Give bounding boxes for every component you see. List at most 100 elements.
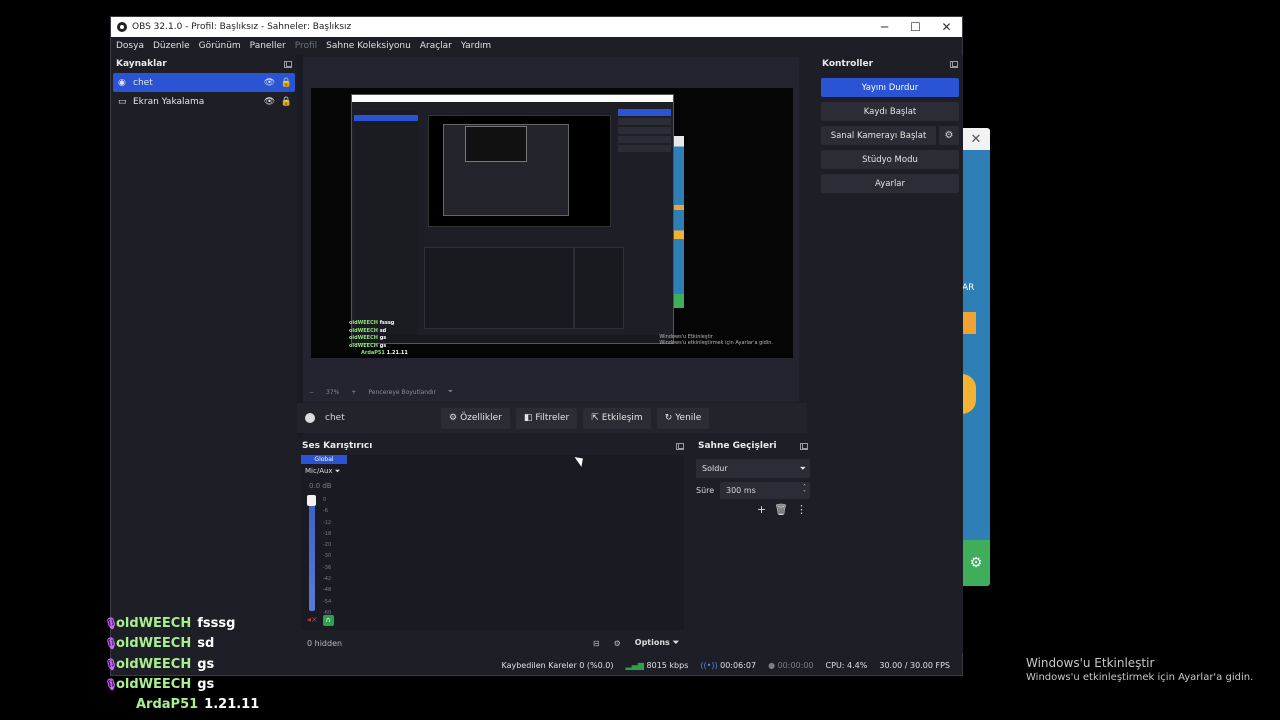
mixer-header: Ses Karıştırıcı	[297, 437, 689, 455]
menu-docks[interactable]: Paneller	[250, 41, 286, 51]
start-virtualcam-button[interactable]: Sanal Kamerayı Başlat	[821, 126, 936, 145]
zoom-level: 37%	[326, 388, 340, 396]
duration-spinbox[interactable]: 300 ms ˄ ˅	[720, 482, 810, 499]
lock-icon[interactable]: 🔒	[278, 78, 295, 88]
nested-mixer	[424, 247, 574, 329]
mini-chat-name: oldWEECH	[349, 327, 378, 334]
background-close-icon[interactable]: ✕	[962, 128, 990, 150]
scale-tick: -6	[323, 508, 328, 515]
add-icon[interactable]: +	[757, 503, 766, 516]
mini-chat-msg: gs	[379, 335, 387, 341]
watermark-title: Windows'u Etkinleştir	[1026, 656, 1155, 670]
selected-source: chet	[305, 413, 441, 423]
background-settings-gear-icon[interactable]: ⚙	[962, 540, 990, 586]
gear-icon[interactable]: ⚙	[939, 126, 959, 145]
speaker-mute-icon[interactable]: ◂×	[307, 615, 318, 626]
chat-username: oldWEECH	[116, 676, 192, 692]
eye-icon[interactable]: 👁	[261, 97, 278, 107]
window-title: OBS 32.1.0 - Profil: Başlıksız - Sahnele…	[132, 22, 352, 32]
source-item-ekran-yakalama[interactable]: ▭ Ekran Yakalama 👁 🔒	[113, 92, 295, 111]
source-item-chet[interactable]: ◉ chet 👁 🔒	[113, 73, 295, 92]
volume-fader[interactable]	[307, 495, 316, 611]
menu-file[interactable]: Dosya	[116, 41, 144, 51]
meter-scale: 0 -6 -12 -18 -20 -30 -36 -42 -48 -54 -60	[323, 495, 331, 619]
studio-mode-button[interactable]: Stüdyo Modu	[821, 150, 959, 169]
windows-activation-watermark: Windows'u Etkinleştir Windows'u etkinleş…	[1026, 656, 1253, 683]
layout-icon[interactable]: ⊟	[593, 639, 600, 648]
context-toolbar: chet ⚙ Özellikler ◧ Filtreler ⇱ Etkileşi…	[297, 403, 807, 433]
options-button[interactable]: Options ⏷	[635, 638, 679, 648]
virtualcam-row: Sanal Kamerayı Başlat ⚙	[821, 126, 959, 145]
audio-mixer-dock: Ses Karıştırıcı Global Mic/Aux ⏷ 0.0 dB …	[297, 437, 689, 653]
mini-chat-msg: gs	[379, 342, 387, 349]
bitrate: 8015 kbps	[646, 660, 689, 670]
channel-device-select[interactable]: Mic/Aux ⏷	[305, 467, 347, 476]
settings-button[interactable]: Ayarlar	[821, 174, 959, 193]
duration-label: Süre	[696, 486, 715, 495]
zoom-out-icon[interactable]: −	[309, 389, 314, 396]
stop-stream-button[interactable]: Yayını Durdur	[821, 78, 959, 97]
title-bar: OBS 32.1.0 - Profil: Başlıksız - Sahnele…	[111, 17, 962, 37]
preview-watermark: Windows'u Etkinleştir Windows'u etkinleş…	[659, 334, 773, 346]
close-button[interactable]: ✕	[931, 20, 962, 34]
undock-icon[interactable]	[800, 442, 808, 450]
zoom-in-icon[interactable]: +	[351, 389, 356, 396]
gear-icon[interactable]: ⚙	[614, 639, 621, 648]
lock-icon[interactable]: 🔒	[278, 97, 295, 107]
chat-message: 1.21.11	[204, 697, 260, 713]
preview-canvas[interactable]: oldWEECH fsssg oldWEECH sd oldWEECH gs o…	[311, 88, 793, 358]
refresh-button[interactable]: ↻ Yenile	[656, 407, 710, 429]
menu-help[interactable]: Yardım	[461, 41, 491, 51]
chat-username: oldWEECH	[116, 636, 192, 652]
chat-message: sd	[197, 636, 215, 652]
trash-icon[interactable]: 🗑	[774, 503, 788, 516]
spin-arrows-icon[interactable]: ˄ ˅	[803, 484, 806, 497]
start-recording-button[interactable]: Kaydı Başlat	[821, 102, 959, 121]
nested-transitions	[574, 247, 624, 329]
background-badge	[962, 374, 976, 414]
preview-area[interactable]: oldWEECH fsssg oldWEECH sd oldWEECH gs o…	[303, 57, 799, 402]
menu-tools[interactable]: Araçlar	[420, 41, 452, 51]
headphones-icon[interactable]: ∩	[322, 615, 334, 626]
mixer-footer: 0 hidden ⊟ ⚙ Options ⏷	[297, 633, 689, 653]
chat-message: gs	[197, 656, 215, 672]
mic-icon: ◉	[118, 77, 126, 88]
fps: 30.00 / 30.00 FPS	[879, 660, 950, 670]
transition-select[interactable]: Soldur ⏷	[696, 459, 810, 478]
maximize-button[interactable]: ☐	[900, 20, 931, 34]
filters-button[interactable]: ◧ Filtreler	[515, 407, 578, 429]
scale-tick: -48	[323, 587, 332, 594]
minimize-button[interactable]: ─	[869, 20, 900, 34]
mini-chat-msg: fsssg	[379, 320, 395, 326]
stream-timer: ((•)) 00:06:07	[700, 661, 756, 670]
obs-window: OBS 32.1.0 - Profil: Başlıksız - Sahnele…	[110, 16, 963, 676]
menu-bar: Dosya Düzenle Görünüm Paneller Profil Sa…	[111, 37, 962, 55]
refresh-icon: ↻	[664, 413, 673, 423]
record-time: 00:00:00	[777, 660, 814, 670]
nested-background-app	[674, 136, 684, 308]
chevron-down-icon[interactable]: ⏷	[448, 388, 453, 396]
undock-icon[interactable]	[676, 442, 684, 450]
zoom-mode[interactable]: Pencereye Boyutlandır	[368, 389, 436, 396]
menu-profile[interactable]: Profil	[295, 41, 317, 51]
scale-tick: -18	[323, 530, 332, 537]
menu-view[interactable]: Görünüm	[199, 41, 241, 51]
eye-icon[interactable]: 👁	[261, 78, 278, 88]
transition-selected: Soldur	[702, 464, 728, 473]
mic-icon: 🎙	[104, 657, 118, 671]
chevron-down-icon: ⏷	[334, 467, 341, 475]
nested-titlebar	[352, 95, 673, 102]
sources-title: Kaynaklar	[116, 59, 167, 69]
mic-icon: 🎙	[104, 617, 118, 630]
undock-icon[interactable]	[950, 60, 958, 68]
menu-scene-collection[interactable]: Sahne Koleksiyonu	[326, 41, 411, 51]
properties-button[interactable]: ⚙ Özellikler	[441, 407, 510, 429]
channel-device: Mic/Aux	[305, 467, 333, 475]
nested-preview	[428, 115, 611, 227]
menu-edit[interactable]: Düzenle	[153, 41, 190, 51]
background-app-window[interactable]: ✕ AR ⚙	[962, 128, 990, 586]
more-icon[interactable]: ⋮	[796, 503, 807, 516]
interact-button[interactable]: ⇱ Etkileşim	[583, 407, 651, 429]
hidden-count: 0 hidden	[307, 638, 343, 648]
undock-icon[interactable]	[284, 60, 292, 68]
